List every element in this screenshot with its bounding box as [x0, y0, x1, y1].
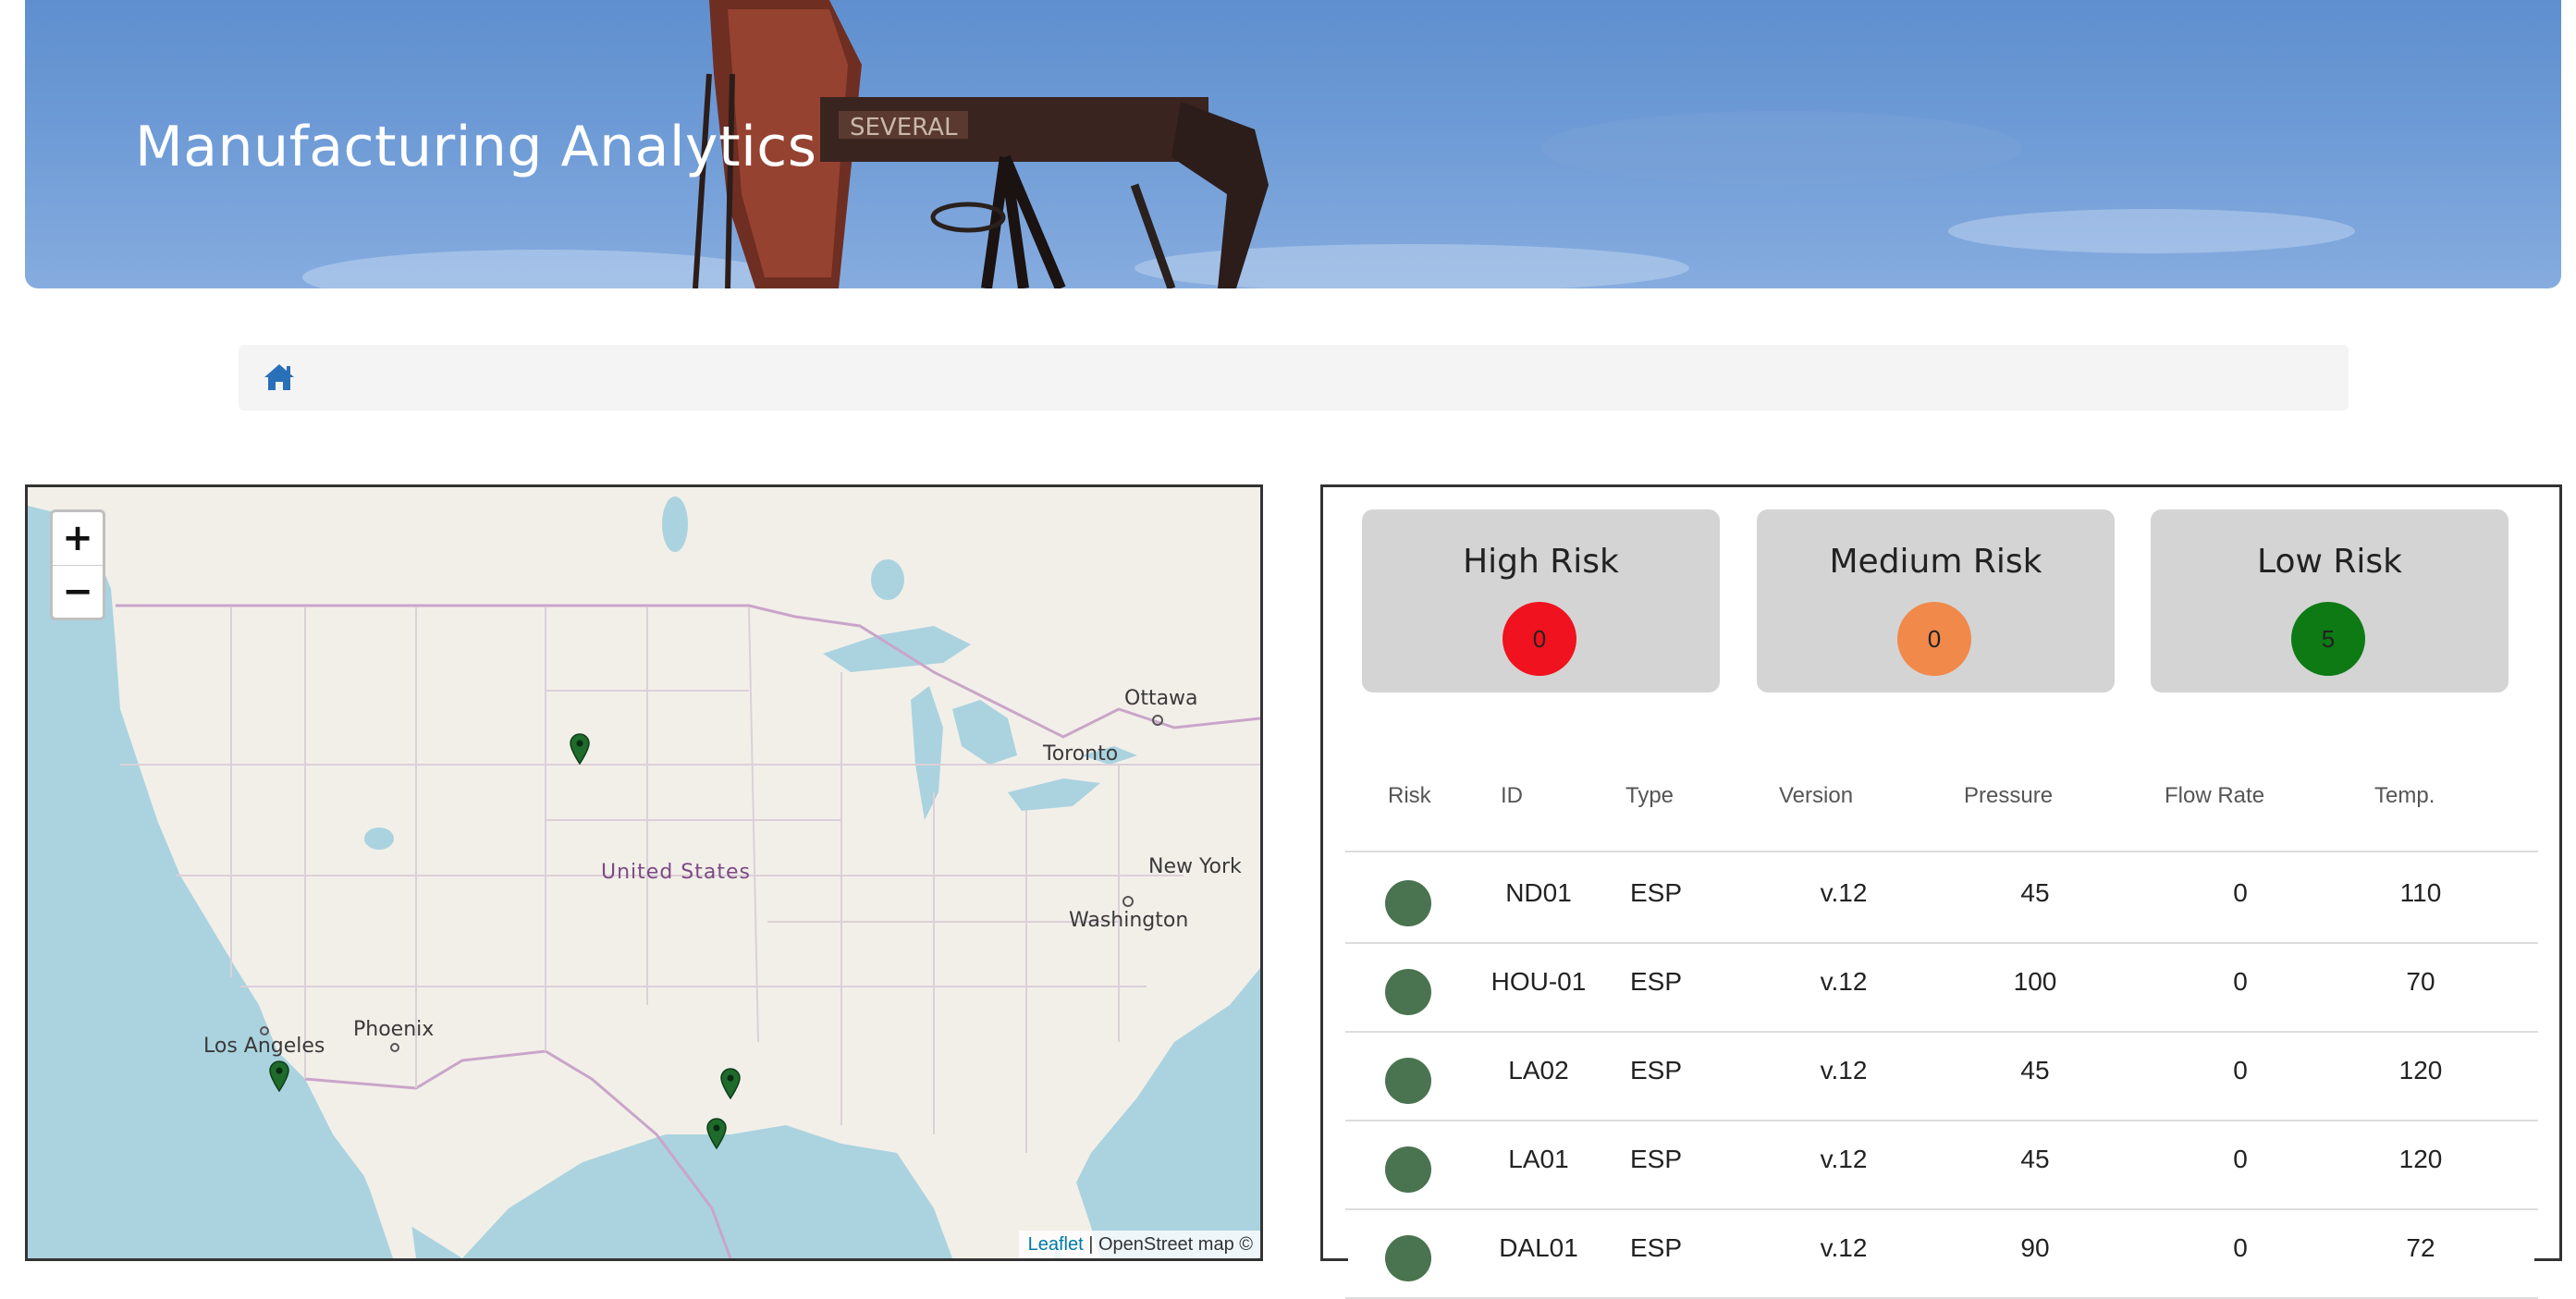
column-header-version[interactable]: Version	[1779, 783, 1853, 809]
map-view[interactable]: Ottawa Toronto United States New York Wa…	[25, 484, 1263, 1261]
leaflet-link[interactable]: Leaflet	[1028, 1234, 1084, 1255]
map-label-phoenix: Phoenix	[353, 1018, 435, 1041]
medium-risk-count: 0	[1897, 602, 1971, 676]
cell-temp: 110	[2399, 878, 2442, 907]
cell-flow-rate: 0	[2233, 1145, 2248, 1173]
cell-flow-rate: 0	[2233, 1233, 2248, 1262]
map-label-los-angeles: Los Angeles	[203, 1035, 325, 1058]
cell-version: v.12	[1820, 1233, 1868, 1262]
column-header-temp[interactable]: Temp.	[2374, 783, 2435, 809]
risk-indicator-icon	[1385, 969, 1431, 1015]
high-risk-count: 0	[1503, 602, 1576, 676]
cell-version: v.12	[1820, 967, 1868, 996]
risk-indicator-icon	[1385, 1146, 1431, 1193]
table-row[interactable]: HOU-01 ESP v.12 100 0 70	[1323, 943, 2559, 1033]
pump-sign: SEVERAL	[850, 114, 958, 141]
cell-flow-rate: 0	[2233, 878, 2248, 907]
risk-indicator-icon	[1385, 1058, 1431, 1104]
cell-type: ESP	[1629, 1233, 1683, 1262]
cell-type: ESP	[1629, 1056, 1683, 1085]
cell-temp: 120	[2398, 1145, 2443, 1173]
cell-type: ESP	[1629, 1145, 1683, 1173]
zoom-out-button[interactable]: −	[53, 566, 103, 619]
zoom-in-button[interactable]: +	[53, 512, 103, 566]
map-label-washington: Washington	[1069, 909, 1189, 932]
map-label-ottawa: Ottawa	[1124, 687, 1198, 710]
cell-temp: 72	[2406, 1233, 2435, 1262]
column-header-flow-rate[interactable]: Flow Rate	[2165, 783, 2264, 809]
zoom-control: + −	[50, 509, 105, 620]
map-marker-icon[interactable]	[570, 733, 590, 766]
map-marker-icon[interactable]	[706, 1118, 727, 1150]
risk-indicator-icon	[1385, 1235, 1431, 1281]
cell-pressure: 100	[2013, 967, 2057, 996]
table-row[interactable]: DAL01 ESP v.12 90 0 72	[1323, 1209, 2559, 1299]
cell-pressure: 90	[2020, 1233, 2050, 1262]
page-title: Manufacturing Analytics	[135, 115, 817, 179]
panel-corner	[2534, 1258, 2562, 1261]
column-header-id[interactable]: ID	[1501, 783, 1523, 809]
risk-indicator-icon	[1385, 880, 1431, 926]
high-risk-label: High Risk	[1463, 543, 1619, 581]
table-row[interactable]: ND01 ESP v.12 45 0 110	[1323, 854, 2559, 944]
table-row[interactable]: LA01 ESP v.12 45 0 120	[1323, 1121, 2559, 1210]
cell-pressure: 45	[2020, 1056, 2050, 1085]
cell-version: v.12	[1820, 1056, 1868, 1085]
header-banner: SEVERAL Manufacturing Analytics	[25, 0, 2561, 288]
high-risk-card: High Risk 0	[1362, 509, 1720, 692]
cell-pressure: 45	[2020, 1145, 2050, 1173]
low-risk-card: Low Risk 5	[2151, 509, 2509, 692]
cell-version: v.12	[1820, 1145, 1868, 1173]
column-header-risk[interactable]: Risk	[1388, 783, 1431, 809]
home-icon[interactable]	[263, 362, 296, 393]
map-label-toronto: Toronto	[1043, 742, 1119, 766]
panel-corner	[1320, 1258, 1348, 1261]
header-divider	[1345, 851, 2538, 852]
column-header-type[interactable]: Type	[1625, 783, 1674, 809]
cell-pressure: 45	[2020, 878, 2050, 907]
cell-temp: 120	[2398, 1056, 2443, 1085]
map-label-united-states: United States	[601, 861, 751, 884]
map-attribution: Leaflet | OpenStreet map ©	[1018, 1231, 1260, 1258]
cell-type: ESP	[1629, 967, 1683, 996]
medium-risk-card: Medium Risk 0	[1757, 509, 2115, 692]
map-label-new-york: New York	[1148, 855, 1242, 878]
map-marker-icon[interactable]	[269, 1060, 289, 1093]
well-status-panel: High Risk 0 Medium Risk 0 Low Risk 5 Ris…	[1320, 484, 2562, 1299]
cell-version: v.12	[1820, 878, 1868, 907]
table-header: Risk ID Type Version Pressure Flow Rate …	[1323, 783, 2559, 820]
map-marker-icon[interactable]	[720, 1068, 741, 1100]
column-header-pressure[interactable]: Pressure	[1964, 783, 2053, 809]
breadcrumb	[239, 345, 2349, 411]
cell-flow-rate: 0	[2233, 1056, 2248, 1085]
medium-risk-label: Medium Risk	[1829, 543, 2042, 581]
low-risk-count: 5	[2291, 602, 2365, 676]
cell-type: ESP	[1629, 878, 1683, 907]
cell-flow-rate: 0	[2233, 967, 2248, 996]
table-row[interactable]: LA02 ESP v.12 45 0 120	[1323, 1032, 2559, 1121]
attribution-text: | OpenStreet map ©	[1088, 1234, 1253, 1255]
cell-temp: 70	[2406, 967, 2435, 996]
low-risk-label: Low Risk	[2257, 543, 2402, 581]
